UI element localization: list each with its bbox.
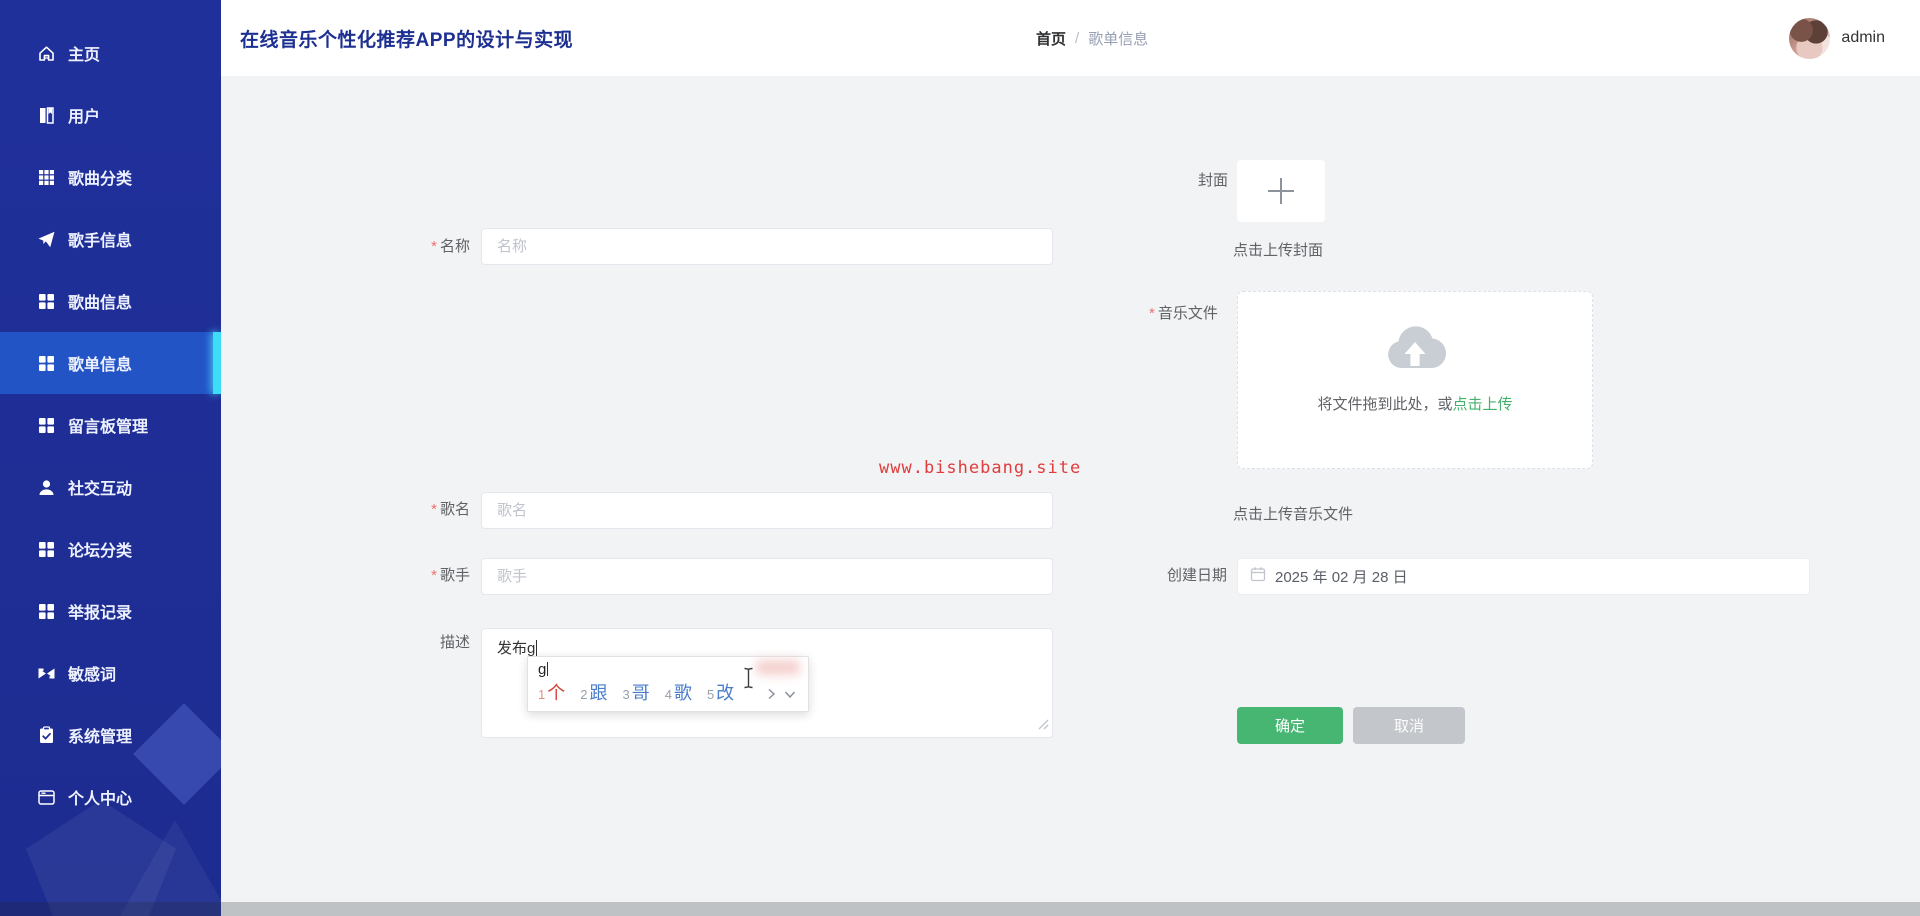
sidebar-item-playlist-info[interactable]: 歌单信息 xyxy=(0,332,221,394)
grid9-icon xyxy=(36,167,56,187)
sidebar: 主页 用户 歌曲分类 歌手信息 歌曲信息 歌单信息 留言板管理 社交互动 论坛分… xyxy=(0,0,221,916)
music-file-label: * 音乐文件 xyxy=(1149,305,1218,322)
card-icon xyxy=(36,787,56,807)
book-icon xyxy=(36,105,56,125)
user-icon xyxy=(36,477,56,497)
clipboard-check-icon xyxy=(36,725,56,745)
sidebar-item-singer-info[interactable]: 歌手信息 xyxy=(0,208,221,270)
breadcrumb-home[interactable]: 首页 xyxy=(1036,28,1066,49)
song-label: * 歌名 xyxy=(431,501,470,518)
avatar[interactable] xyxy=(1789,17,1831,59)
singer-input[interactable] xyxy=(481,558,1053,595)
grid4-icon xyxy=(36,539,56,559)
confirm-button[interactable]: 确定 xyxy=(1237,707,1343,744)
cover-upload-box[interactable] xyxy=(1237,160,1325,222)
send-icon xyxy=(36,229,56,249)
ime-candidate-4[interactable]: 4歌 xyxy=(665,682,692,706)
singer-label: * 歌手 xyxy=(431,567,470,584)
ime-candidate-5[interactable]: 5改 xyxy=(707,682,734,706)
grid4-icon xyxy=(36,601,56,621)
plus-icon xyxy=(1267,177,1295,205)
text-caret xyxy=(536,640,538,656)
ime-candidate-2[interactable]: 2跟 xyxy=(580,682,607,706)
required-mark: * xyxy=(431,238,437,255)
calendar-icon xyxy=(1250,566,1266,587)
horizontal-scrollbar[interactable] xyxy=(0,902,1920,916)
user-menu[interactable]: admin xyxy=(1789,0,1885,76)
username: admin xyxy=(1841,29,1885,46)
sidebar-item-sensitive-words[interactable]: 敏感词 xyxy=(0,642,221,704)
description-text: 发布g xyxy=(497,640,536,657)
click-upload-link[interactable]: 点击上传 xyxy=(1453,396,1513,413)
music-upload-hint: 点击上传音乐文件 xyxy=(1233,506,1354,523)
sidebar-item-label: 个人中心 xyxy=(68,791,133,808)
name-input[interactable] xyxy=(481,228,1053,265)
resize-grip-icon[interactable] xyxy=(1037,717,1049,734)
ime-candidate-1[interactable]: 1个 xyxy=(538,682,565,706)
sidebar-item-label: 论坛分类 xyxy=(68,543,133,560)
grid4-icon xyxy=(36,353,56,373)
create-date-value: 2025 年 02 月 28 日 xyxy=(1275,569,1408,586)
dropzone-text: 将文件拖到此处，或点击上传 xyxy=(1317,396,1513,413)
cancel-button[interactable]: 取消 xyxy=(1353,707,1465,744)
ime-candidate-window: g 1个 2跟 3哥 4歌 5改 xyxy=(527,656,809,712)
sidebar-item-label: 社交互动 xyxy=(68,481,133,498)
breadcrumb-current: 歌单信息 xyxy=(1088,30,1149,48)
sidebar-item-song-info[interactable]: 歌曲信息 xyxy=(0,270,221,332)
sidebar-item-system-management[interactable]: 系统管理 xyxy=(0,704,221,766)
cover-upload-hint: 点击上传封面 xyxy=(1233,242,1324,259)
sidebar-item-label: 歌手信息 xyxy=(68,233,133,250)
sidebar-item-label: 用户 xyxy=(68,109,101,126)
ime-next-page-icon[interactable] xyxy=(767,688,776,700)
sidebar-item-message-board[interactable]: 留言板管理 xyxy=(0,394,221,456)
sidebar-menu: 主页 用户 歌曲分类 歌手信息 歌曲信息 歌单信息 留言板管理 社交互动 论坛分… xyxy=(0,0,221,828)
description-label: 描述 xyxy=(439,634,470,651)
watermark: www.bishebang.site xyxy=(879,458,1082,478)
sidebar-item-users[interactable]: 用户 xyxy=(0,84,221,146)
ibeam-cursor xyxy=(742,667,755,694)
song-input[interactable] xyxy=(481,492,1053,529)
music-dropzone[interactable]: 将文件拖到此处，或点击上传 xyxy=(1237,291,1593,469)
bowtie-icon xyxy=(36,663,56,683)
sidebar-item-forum-category[interactable]: 论坛分类 xyxy=(0,518,221,580)
sidebar-item-social[interactable]: 社交互动 xyxy=(0,456,221,518)
sidebar-item-label: 举报记录 xyxy=(68,605,133,622)
sidebar-item-label: 系统管理 xyxy=(68,729,133,746)
grid4-icon xyxy=(36,415,56,435)
ime-caret xyxy=(547,662,549,676)
create-date-label: 创建日期 xyxy=(1167,567,1228,584)
sidebar-item-label: 留言板管理 xyxy=(68,419,149,436)
sidebar-item-label: 歌曲分类 xyxy=(68,171,133,188)
ime-smudge xyxy=(756,660,800,675)
cover-label: 封面 xyxy=(1198,172,1229,189)
upload-cloud-icon xyxy=(1238,322,1592,379)
breadcrumb-separator: / xyxy=(1075,29,1080,47)
ime-candidate-list: 1个 2跟 3哥 4歌 5改 xyxy=(538,682,798,706)
sidebar-item-label: 敏感词 xyxy=(68,667,117,684)
sidebar-item-label: 歌曲信息 xyxy=(68,295,133,312)
sidebar-item-label: 歌单信息 xyxy=(68,357,133,374)
create-date-input[interactable]: 2025 年 02 月 28 日 xyxy=(1237,558,1810,595)
ime-candidate-3[interactable]: 3哥 xyxy=(622,682,649,706)
sidebar-item-label: 主页 xyxy=(68,47,101,64)
required-mark: * xyxy=(1149,305,1155,322)
grid4-icon xyxy=(36,291,56,311)
sidebar-item-home[interactable]: 主页 xyxy=(0,22,221,84)
name-label: * 名称 xyxy=(431,238,470,255)
required-mark: * xyxy=(431,501,437,518)
breadcrumb: 首页 / 歌单信息 xyxy=(1036,0,1148,76)
sidebar-item-song-category[interactable]: 歌曲分类 xyxy=(0,146,221,208)
home-icon xyxy=(36,43,56,63)
sidebar-item-report-records[interactable]: 举报记录 xyxy=(0,580,221,642)
sidebar-item-profile[interactable]: 个人中心 xyxy=(0,766,221,828)
header: 在线音乐个性化推荐APP的设计与实现 首页 / 歌单信息 admin xyxy=(221,0,1920,76)
ime-expand-icon[interactable] xyxy=(784,690,796,699)
required-mark: * xyxy=(431,567,437,584)
page-title: 在线音乐个性化推荐APP的设计与实现 xyxy=(240,29,574,51)
screen: 主页 用户 歌曲分类 歌手信息 歌曲信息 歌单信息 留言板管理 社交互动 论坛分… xyxy=(0,0,1920,916)
